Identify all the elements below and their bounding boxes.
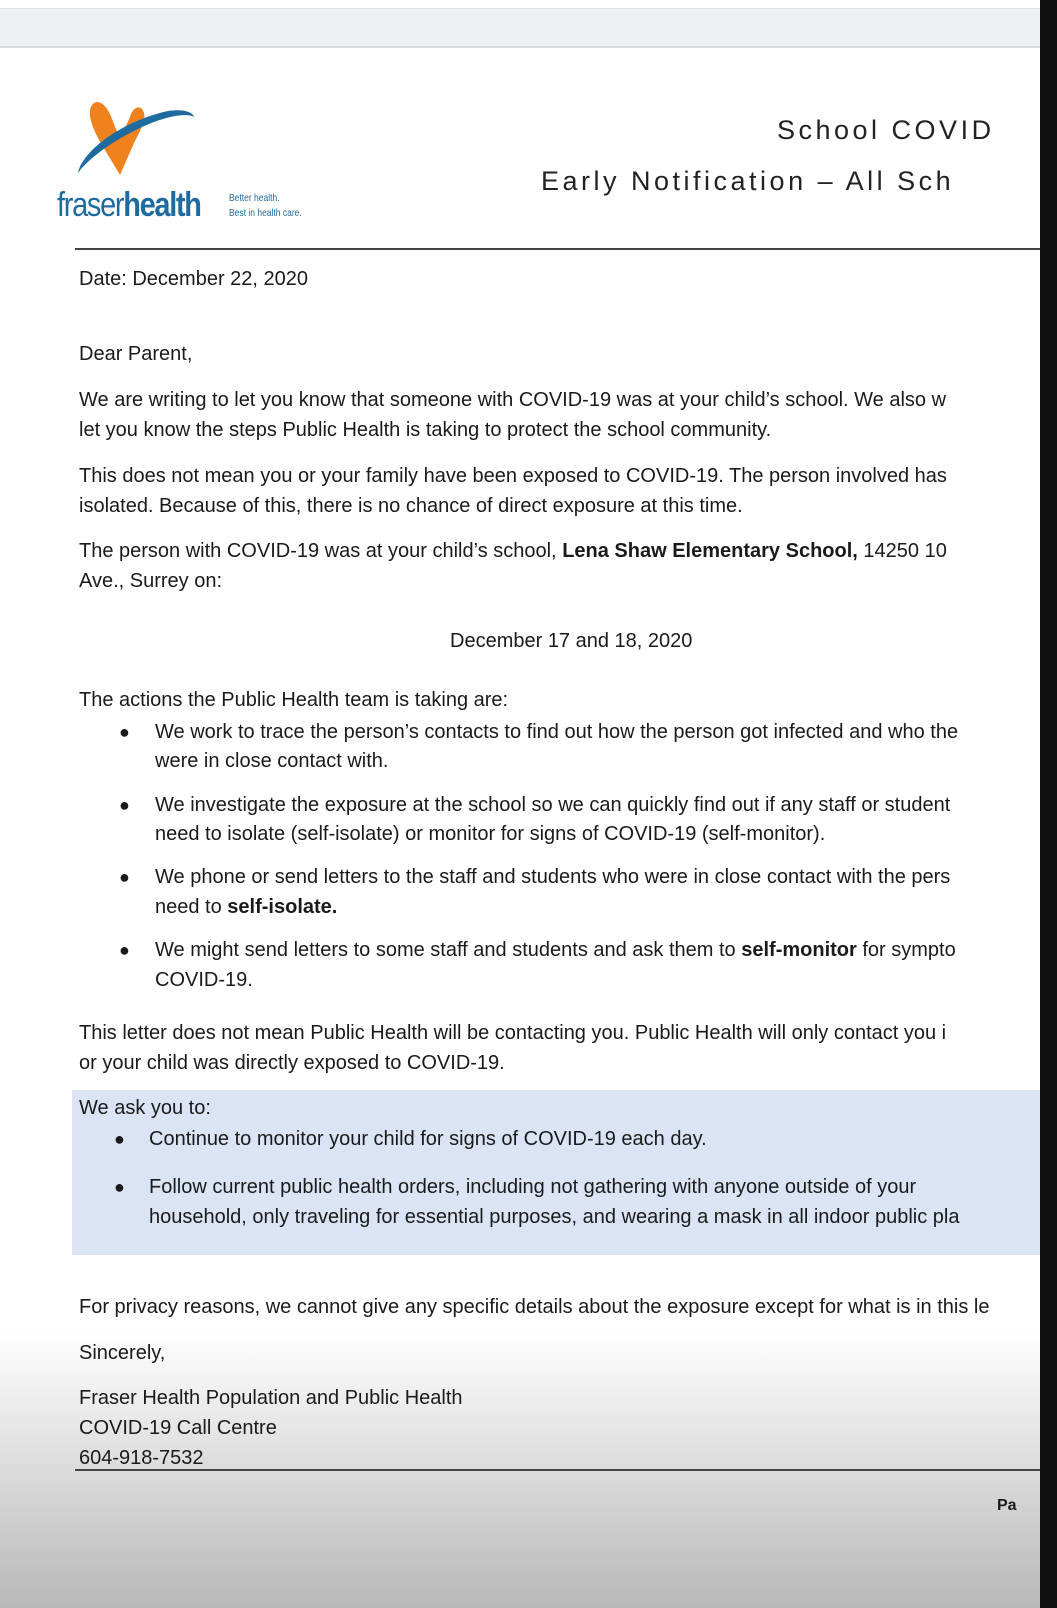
privacy-note: For privacy reasons, we cannot give any … xyxy=(79,1296,990,1318)
action-line: COVID-19. xyxy=(155,969,253,991)
closing: Sincerely, xyxy=(79,1342,166,1364)
paragraph-line: let you know the steps Public Health is … xyxy=(79,419,772,441)
text: We might send letters to some staff and … xyxy=(155,939,742,961)
ask-line: Follow current public health orders, inc… xyxy=(149,1176,917,1198)
signature-line: COVID-19 Call Centre xyxy=(79,1417,277,1439)
actions-intro: The actions the Public Health team is ta… xyxy=(79,689,509,711)
paragraph-line: The person with COVID-19 was at your chi… xyxy=(79,539,947,563)
logo-tagline-2: Best in health care. xyxy=(229,208,302,219)
fraser-health-logo-icon xyxy=(78,101,194,175)
phone-number: 604-918-7532 xyxy=(79,1447,204,1469)
ask-line: household, only traveling for essential … xyxy=(149,1206,960,1228)
action-line: need to isolate (self-isolate) or monito… xyxy=(155,823,826,845)
text: for sympto xyxy=(856,939,956,961)
paragraph-line: Ave., Surrey on: xyxy=(79,570,223,592)
bullet-icon: ● xyxy=(119,722,130,742)
footer-divider xyxy=(75,1469,1040,1471)
action-line: We phone or send letters to the staff an… xyxy=(155,866,951,888)
exposure-dates: December 17 and 18, 2020 xyxy=(450,630,693,652)
document-title: School COVID xyxy=(777,115,995,145)
ask-line: Continue to monitor your child for signs… xyxy=(149,1128,707,1150)
ask-intro: We ask you to: xyxy=(79,1097,211,1119)
logo-tagline-1: Better health. xyxy=(229,193,280,204)
action-line: We work to trace the person’s contacts t… xyxy=(155,721,959,743)
bullet-icon: ● xyxy=(119,940,130,960)
emphasis: self-isolate. xyxy=(227,896,338,918)
greeting: Dear Parent, xyxy=(79,343,193,365)
bullet-icon: ● xyxy=(119,795,130,815)
signature-line: Fraser Health Population and Public Heal… xyxy=(79,1387,463,1409)
text: 14250 10 xyxy=(857,540,947,562)
paragraph-line: This does not mean you or your family ha… xyxy=(79,465,947,487)
action-line: We investigate the exposure at the schoo… xyxy=(155,794,951,816)
text: need to xyxy=(155,896,228,918)
paragraph-line: or your child was directly exposed to CO… xyxy=(79,1052,505,1074)
paragraph-line: This letter does not mean Public Health … xyxy=(79,1022,947,1044)
paragraph-line: isolated. Because of this, there is no c… xyxy=(79,495,743,517)
document-subtitle: Early Notification – All Sch xyxy=(541,166,955,196)
logo-wordmark: fraserhealth xyxy=(57,186,202,224)
emphasis: self-monitor xyxy=(741,939,857,961)
ask-box xyxy=(72,1090,1040,1255)
letter-page: fraserhealth Better health. Best in heal… xyxy=(0,0,1040,1608)
paragraph-line: We are writing to let you know that some… xyxy=(79,389,947,411)
bullet-icon: ● xyxy=(114,1129,125,1149)
action-line: need to self-isolate. xyxy=(155,895,337,919)
page-number: Pa xyxy=(997,1497,1017,1514)
bullet-icon: ● xyxy=(119,867,130,887)
letter-date: Date: December 22, 2020 xyxy=(79,268,309,290)
school-name: Lena Shaw Elementary School, xyxy=(562,540,858,562)
header-divider xyxy=(75,248,1040,250)
screen-edge xyxy=(1040,0,1057,1608)
text: The person with COVID-19 was at your chi… xyxy=(79,540,563,562)
action-line: were in close contact with. xyxy=(155,750,389,772)
action-line: We might send letters to some staff and … xyxy=(155,938,956,962)
bullet-icon: ● xyxy=(114,1177,125,1197)
